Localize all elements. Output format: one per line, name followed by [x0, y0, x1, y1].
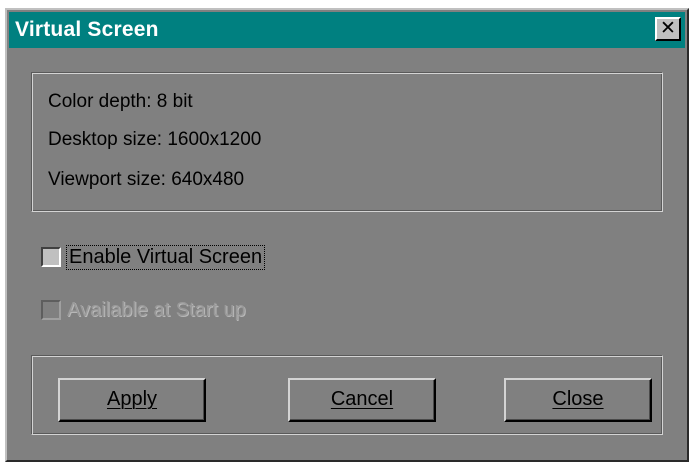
window-title: Virtual Screen — [15, 18, 159, 41]
info-group: Color depth: 8 bit Desktop size: 1600x12… — [31, 72, 663, 212]
cancel-button[interactable]: Cancel — [288, 378, 436, 422]
available-at-startup-label: Available at Start up — [67, 298, 246, 321]
enable-virtual-screen-option[interactable]: Enable Virtual Screen — [41, 244, 266, 270]
close-button[interactable]: Close — [504, 378, 652, 422]
apply-button[interactable]: Apply — [58, 378, 206, 422]
title-bar[interactable]: Virtual Screen ✕ — [9, 12, 685, 48]
virtual-screen-dialog: Virtual Screen ✕ Color depth: 8 bit Desk… — [5, 8, 689, 462]
enable-virtual-screen-label[interactable]: Enable Virtual Screen — [65, 244, 266, 270]
viewport-size-text: Viewport size: 640x480 — [48, 169, 245, 190]
button-group: Apply Cancel Close — [31, 355, 663, 435]
color-depth-text: Color depth: 8 bit — [48, 91, 193, 112]
close-icon[interactable]: ✕ — [655, 17, 681, 41]
available-at-startup-checkbox — [41, 300, 61, 320]
available-at-startup-option: Available at Start up — [41, 297, 246, 323]
desktop-size-text: Desktop size: 1600x1200 — [48, 129, 262, 150]
enable-virtual-screen-checkbox[interactable] — [41, 247, 61, 267]
